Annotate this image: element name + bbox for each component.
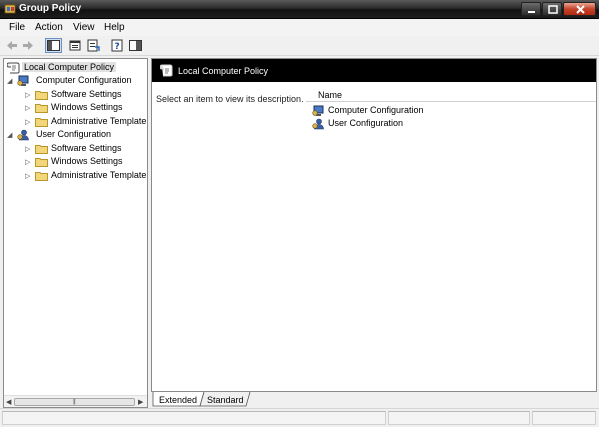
toolbar: ? [0, 36, 599, 56]
collapsed-arrow-icon[interactable]: ▷ [25, 92, 32, 99]
tab-label: Standard [207, 395, 244, 405]
minimize-button[interactable] [521, 2, 541, 16]
export-list-icon[interactable] [85, 38, 102, 53]
close-icon [576, 5, 585, 14]
scroll-left-icon[interactable]: ◀ [6, 398, 11, 406]
tree-label: Windows Settings [51, 102, 123, 112]
close-button[interactable] [563, 2, 596, 16]
policy-scroll-icon [160, 64, 173, 77]
tree-item-local-computer-policy[interactable]: Local Computer Policy [7, 62, 147, 75]
status-bar [0, 408, 599, 427]
tree-label: Software Settings [51, 143, 122, 153]
tree-label: Computer Configuration [36, 75, 132, 85]
collapsed-arrow-icon[interactable]: ▷ [25, 146, 32, 153]
menu-file[interactable]: File [9, 22, 25, 33]
expanded-arrow-icon[interactable]: ◢ [7, 132, 14, 139]
help-icon[interactable]: ? [109, 38, 126, 53]
tree-label: Windows Settings [51, 156, 123, 166]
list-item-user-configuration[interactable]: User Configuration [312, 118, 462, 131]
tree-item-administrative-templates[interactable]: ▷ Administrative Template [7, 116, 147, 129]
collapsed-arrow-icon[interactable]: ▷ [25, 159, 32, 166]
maximize-icon [548, 5, 558, 14]
status-cell-right [532, 411, 596, 425]
tree-label: User Configuration [36, 129, 112, 139]
tree-item-windows-settings[interactable]: ▷ Windows Settings [7, 102, 147, 115]
grip-icon: ||| [73, 399, 76, 405]
view-tabs: Extended Standard [151, 392, 597, 408]
column-name[interactable]: Name [318, 90, 342, 100]
tree-item-windows-settings[interactable]: ▷ Windows Settings [7, 156, 147, 169]
title-bar: Group Policy [0, 0, 599, 19]
expanded-arrow-icon[interactable]: ◢ [7, 78, 14, 85]
folder-icon [35, 104, 48, 113]
tree-item-user-configuration[interactable]: ◢ User Configuration [7, 129, 147, 142]
back-arrow-icon[interactable] [3, 38, 20, 53]
folder-icon [35, 172, 48, 181]
policy-scroll-icon [7, 62, 20, 74]
group-policy-app-icon [4, 4, 16, 14]
menu-action[interactable]: Action [35, 22, 63, 33]
status-cell-main [2, 411, 386, 425]
show-hide-action-pane-icon[interactable] [127, 38, 144, 53]
computer-icon [17, 75, 29, 86]
show-hide-tree-button[interactable] [45, 38, 62, 53]
details-pane: Local Computer Policy Select an item to … [151, 58, 597, 392]
menu-bar: File Action View Help [0, 19, 599, 36]
scrollbar-thumb[interactable]: ||| [14, 398, 135, 406]
user-icon [312, 118, 324, 130]
folder-icon [35, 158, 48, 167]
tab-extended[interactable]: Extended [155, 393, 201, 407]
tree-item-software-settings[interactable]: ▷ Software Settings [7, 89, 147, 102]
properties-icon[interactable] [67, 38, 84, 53]
minimize-icon [528, 11, 535, 13]
tree-label: Administrative Template [51, 116, 147, 126]
maximize-button[interactable] [542, 2, 562, 16]
menu-view[interactable]: View [73, 22, 95, 33]
list-column-header[interactable]: Name [306, 86, 596, 102]
svg-text:?: ? [115, 42, 120, 52]
tree-item-software-settings[interactable]: ▷ Software Settings [7, 143, 147, 156]
forward-arrow-icon[interactable] [20, 38, 37, 53]
details-header: Local Computer Policy [152, 59, 596, 82]
tab-standard[interactable]: Standard [203, 393, 249, 407]
list-item-computer-configuration[interactable]: Computer Configuration [312, 105, 462, 118]
folder-icon [35, 118, 48, 127]
tree-item-computer-configuration[interactable]: ◢ Computer Configuration [7, 75, 147, 88]
details-header-title: Local Computer Policy [178, 66, 269, 76]
tree-label: Software Settings [51, 89, 122, 99]
status-cell-middle [388, 411, 530, 425]
user-icon [17, 129, 29, 141]
list-item-label: User Configuration [328, 118, 404, 128]
scroll-right-icon[interactable]: ▶ [138, 398, 143, 406]
window-title: Group Policy [19, 3, 82, 14]
folder-icon [35, 91, 48, 100]
collapsed-arrow-icon[interactable]: ▷ [25, 119, 32, 126]
menu-help[interactable]: Help [104, 22, 125, 33]
horizontal-scrollbar[interactable]: ◀ ||| ▶ [4, 395, 147, 407]
collapsed-arrow-icon[interactable]: ▷ [25, 105, 32, 112]
description-text: Select an item to view its description. [156, 94, 304, 104]
collapsed-arrow-icon[interactable]: ▷ [25, 173, 32, 180]
show-hide-tree-icon [47, 40, 60, 51]
tree-label: Administrative Template [51, 170, 147, 180]
tree-root-label: Local Computer Policy [22, 62, 117, 72]
tree-item-administrative-templates[interactable]: ▷ Administrative Template [7, 170, 147, 183]
tab-label: Extended [159, 395, 198, 405]
folder-icon [35, 145, 48, 154]
list-item-label: Computer Configuration [328, 105, 424, 115]
tree-pane: Local Computer Policy ◢ Computer Configu… [3, 58, 148, 408]
computer-icon [312, 105, 324, 116]
